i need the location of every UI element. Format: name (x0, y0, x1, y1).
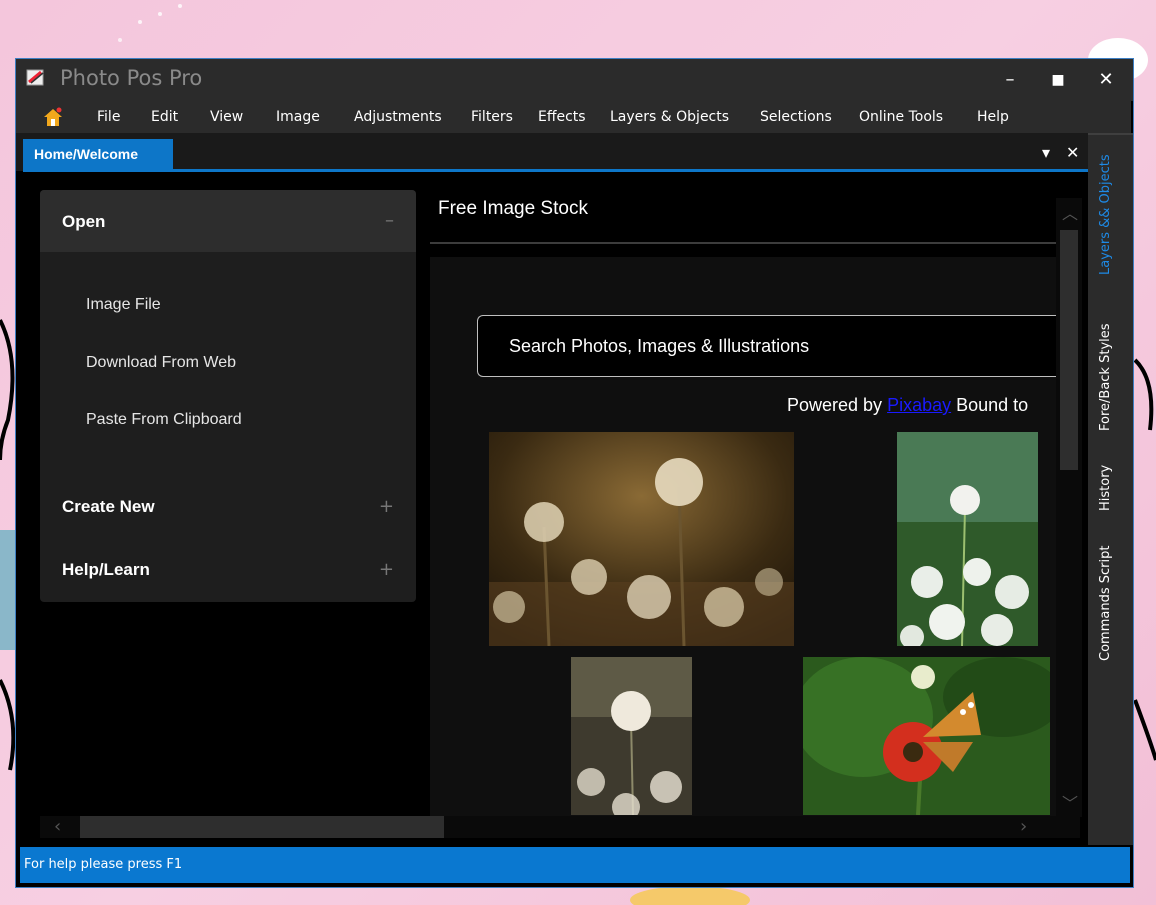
minimize-button[interactable]: – (990, 63, 1030, 97)
window-title: Photo Pos Pro (60, 66, 203, 90)
dandelion-meadow-photo[interactable] (897, 432, 1038, 646)
menu-effects[interactable]: Effects (538, 109, 586, 125)
tab-fore-back-styles[interactable]: Fore/Back Styles (1098, 323, 1113, 431)
help-learn-section[interactable]: Help/Learn (62, 560, 150, 580)
tab-layers-objects[interactable]: Layers && Objects (1098, 154, 1113, 275)
maximize-button[interactable]: ■ (1038, 63, 1078, 97)
menu-edit[interactable]: Edit (151, 109, 178, 125)
single-dandelion-photo[interactable] (571, 657, 692, 815)
tab-dropdown-icon[interactable]: ▾ (1042, 143, 1050, 162)
welcome-sidebar: Open – Image File Download From Web Past… (40, 190, 416, 602)
close-button[interactable]: ✕ (1086, 63, 1126, 97)
page-title: Free Image Stock (438, 198, 588, 219)
scroll-right-icon[interactable]: › (1020, 816, 1027, 837)
expand-create-icon[interactable]: + (379, 496, 394, 517)
title-bar: Photo Pos Pro – ■ ✕ (16, 59, 1133, 101)
scroll-left-icon[interactable]: ‹ (54, 816, 61, 837)
menu-layers-objects[interactable]: Layers & Objects (610, 109, 729, 125)
status-bar: For help please press F1 (20, 847, 1130, 883)
document-tab-bar: Home/Welcome ▾ ✕ (16, 133, 1088, 172)
open-image-file[interactable]: Image File (86, 296, 161, 314)
scroll-up-icon[interactable]: ︿ (1062, 200, 1078, 224)
powered-by-text: Powered by Pixabay Bound to (787, 395, 1029, 415)
paste-from-clipboard[interactable]: Paste From Clipboard (86, 411, 242, 429)
menu-bar: File Edit View Image Adjustments Filters… (16, 101, 1131, 133)
app-logo-icon (26, 69, 44, 86)
tab-underline (23, 169, 1088, 172)
tab-home-welcome[interactable]: Home/Welcome (23, 139, 173, 169)
pixabay-link[interactable]: Pixabay (887, 395, 951, 415)
menu-online-tools[interactable]: Online Tools (859, 109, 943, 125)
butterfly-flower-photo[interactable] (803, 657, 1050, 815)
download-from-web[interactable]: Download From Web (86, 354, 236, 372)
search-input[interactable]: Search Photos, Images & Illustrations (477, 315, 1067, 377)
menu-image[interactable]: Image (276, 109, 320, 125)
scroll-down-icon[interactable]: ﹀ (1062, 790, 1078, 814)
title-divider (430, 242, 1056, 244)
home-icon[interactable] (42, 107, 64, 127)
dandelion-field-photo[interactable] (489, 432, 794, 646)
status-text: For help please press F1 (24, 857, 183, 872)
menu-help[interactable]: Help (977, 109, 1009, 125)
horizontal-scroll-thumb[interactable] (80, 816, 444, 838)
collapse-icon[interactable]: – (385, 210, 394, 231)
search-placeholder: Search Photos, Images & Illustrations (509, 336, 810, 356)
open-section-header[interactable]: Open – (40, 190, 416, 252)
menu-file[interactable]: File (97, 109, 120, 125)
menu-filters[interactable]: Filters (471, 109, 513, 125)
menu-selections[interactable]: Selections (760, 109, 832, 125)
horizontal-scrollbar[interactable]: ‹ › (40, 816, 1080, 838)
app-window: Photo Pos Pro – ■ ✕ File Edit View Image… (15, 58, 1134, 888)
expand-help-icon[interactable]: + (379, 559, 394, 580)
tab-close-icon[interactable]: ✕ (1066, 143, 1079, 162)
tab-commands-script[interactable]: Commands Script (1098, 546, 1113, 661)
tab-history[interactable]: History (1098, 465, 1113, 511)
vertical-scrollbar[interactable]: ︿ ﹀ (1056, 198, 1082, 817)
menu-adjustments[interactable]: Adjustments (354, 109, 442, 125)
create-new-section[interactable]: Create New (62, 497, 155, 517)
vertical-scroll-thumb[interactable] (1060, 230, 1078, 470)
menu-view[interactable]: View (210, 109, 243, 125)
open-section-label: Open (62, 212, 106, 231)
right-dock-panel: Layers && Objects Fore/Back Styles Histo… (1088, 133, 1133, 845)
